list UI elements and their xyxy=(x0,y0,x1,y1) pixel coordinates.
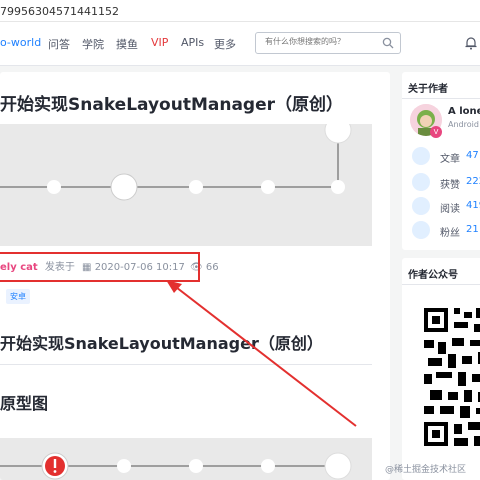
bell-icon[interactable] xyxy=(465,36,477,50)
stat-value: 419 xyxy=(466,200,480,211)
nav-item-apis[interactable]: APIs xyxy=(181,36,204,49)
search-input[interactable] xyxy=(265,37,380,46)
verified-badge: V xyxy=(430,126,442,138)
heading-divider xyxy=(0,364,372,365)
content-heading: 开始实现SnakeLayoutManager（原创） xyxy=(0,334,323,353)
eye-icon xyxy=(412,197,430,215)
qr-code-image xyxy=(424,308,480,446)
sidebar-author-job: Android xyxy=(448,120,479,129)
stat-label: 阅读 xyxy=(440,204,460,215)
stat-value: 222 xyxy=(466,176,480,187)
stat-value: 47 xyxy=(466,150,479,161)
stat-articles: 文章 47 xyxy=(412,146,480,166)
nav-item-more[interactable]: 更多 xyxy=(214,36,236,52)
nav-item-qa[interactable]: 问答 xyxy=(48,36,70,52)
stat-label: 获赞 xyxy=(440,180,460,191)
card-divider xyxy=(402,98,480,99)
article-tag[interactable]: 安卓 xyxy=(6,289,30,304)
address-bar[interactable]: 7995630457144115​2 xyxy=(0,0,480,22)
article-panel: 开始实现SnakeLayoutManager（原创） ely cat 发表于 ▦… xyxy=(0,72,390,480)
nav-item-vip[interactable]: VIP xyxy=(151,36,168,49)
stat-reads: 阅读 419 xyxy=(412,196,480,216)
watermark-text: @稀土掘金技术社区 xyxy=(385,465,467,475)
card-divider xyxy=(402,284,480,285)
nav-item-academy[interactable]: 学院 xyxy=(82,36,104,52)
prototype-image xyxy=(0,438,372,480)
official-account-title: 作者公众号 xyxy=(408,270,458,281)
stat-likes: 获赞 222 xyxy=(412,172,480,192)
nav-item-moyu[interactable]: 摸鱼 xyxy=(116,36,138,52)
sidebar-author-name[interactable]: A lone xyxy=(448,106,480,117)
stat-label: 文章 xyxy=(440,154,460,165)
view-count: 66 xyxy=(205,262,219,273)
about-author-card: 关于作者 V A lone Android 文章 47 获赞 222 阅读 41… xyxy=(402,72,480,250)
edit-icon xyxy=(412,147,430,165)
url-text: 7995630457144115​2 xyxy=(0,5,119,18)
article-title: 开始实现SnakeLayoutManager（原创） xyxy=(0,95,344,115)
cover-image xyxy=(0,124,372,246)
stat-value: 21 xyxy=(466,224,479,235)
stat-followers: 粉丝 21 xyxy=(412,220,480,240)
about-author-title: 关于作者 xyxy=(408,84,448,95)
annotation-highlight-box xyxy=(0,252,200,282)
section-heading: 原型图 xyxy=(0,394,49,413)
stat-label: 粉丝 xyxy=(440,228,460,239)
thumb-up-icon xyxy=(412,173,430,191)
person-icon xyxy=(412,221,430,239)
search-box[interactable] xyxy=(255,32,401,54)
search-icon[interactable] xyxy=(382,37,394,49)
top-nav: o-world 问答 学院 摸鱼 VIP APIs 更多 xyxy=(0,22,480,66)
site-brand[interactable]: o-world xyxy=(0,36,41,49)
